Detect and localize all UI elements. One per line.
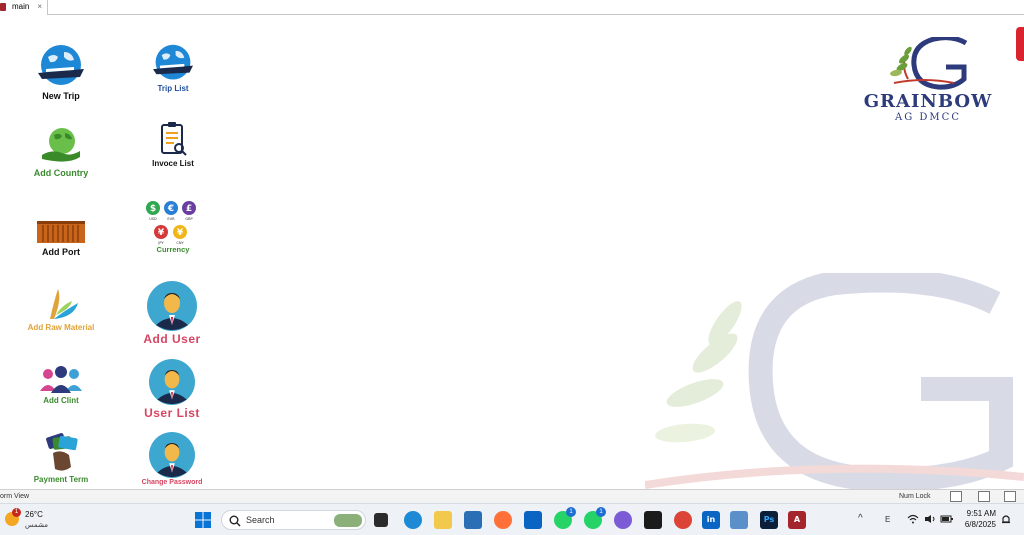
company-logo: GRAINBOW AG DMCC bbox=[846, 35, 1010, 127]
add-port-button[interactable]: Add Port bbox=[11, 217, 111, 257]
globe-ship-icon bbox=[38, 45, 84, 85]
payment-term-button[interactable]: Payment Term bbox=[11, 431, 111, 484]
chrome-icon[interactable] bbox=[674, 511, 692, 529]
app-icon[interactable] bbox=[644, 511, 662, 529]
trip-list-button[interactable]: Trip List bbox=[123, 43, 223, 93]
user-avatar-icon bbox=[149, 432, 195, 478]
add-clint-button[interactable]: Add Clint bbox=[11, 365, 111, 405]
firefox-icon[interactable] bbox=[494, 511, 512, 529]
shipping-container-icon bbox=[37, 221, 85, 243]
usd-code: USD bbox=[149, 217, 157, 221]
add-user-button[interactable]: Add User bbox=[122, 281, 222, 346]
tile-label: Add Country bbox=[33, 168, 89, 178]
main-form: New Trip Trip List Add Country Invoce Li… bbox=[0, 15, 1024, 489]
wheat-leaf-icon bbox=[50, 289, 78, 319]
outlook-icon[interactable] bbox=[524, 511, 542, 529]
photos-icon[interactable] bbox=[730, 511, 748, 529]
tile-label: Add User bbox=[143, 332, 201, 346]
status-bar: orm View Num Lock bbox=[0, 489, 1024, 503]
edge-icon[interactable] bbox=[404, 511, 422, 529]
jpy-symbol: ¥ bbox=[158, 228, 165, 238]
app-window: main × New Trip Trip List Add Country In… bbox=[0, 0, 1024, 535]
tile-label: Invoce List bbox=[152, 159, 194, 168]
wifi-icon[interactable] bbox=[907, 514, 919, 524]
user-list-button[interactable]: User List bbox=[122, 359, 222, 420]
invoce-list-button[interactable]: Invoce List bbox=[123, 121, 223, 168]
clock-date[interactable]: 6/8/2025 bbox=[962, 520, 996, 529]
input-language[interactable]: E bbox=[885, 515, 890, 524]
tab-label: main bbox=[12, 2, 30, 11]
usd-symbol: $ bbox=[150, 204, 156, 214]
battery-icon[interactable] bbox=[940, 514, 954, 524]
linkedin-icon[interactable]: in bbox=[702, 511, 720, 529]
tab-main[interactable]: main × bbox=[0, 0, 48, 15]
search-placeholder: Search bbox=[246, 515, 275, 525]
logo-subtitle: AG DMCC bbox=[895, 112, 961, 123]
currency-coins-icon: $ € £ ¥ ¥ USD EUR GBP JPY CNY bbox=[146, 201, 196, 245]
eur-symbol: € bbox=[167, 204, 174, 214]
user-avatar-icon bbox=[149, 359, 195, 405]
weather-description: مشمس bbox=[25, 522, 48, 529]
logo-name: GRAINBOW bbox=[863, 91, 993, 112]
user-avatar-icon bbox=[147, 281, 197, 331]
gbp-code: GBP bbox=[185, 217, 192, 221]
tile-label: Payment Term bbox=[33, 475, 89, 484]
microsoft-store-icon[interactable] bbox=[464, 511, 482, 529]
notification-badge: 1 bbox=[566, 507, 576, 517]
change-password-button[interactable]: Change Password bbox=[122, 432, 222, 486]
file-explorer-icon[interactable] bbox=[434, 511, 452, 529]
copilot-icon[interactable] bbox=[614, 511, 632, 529]
tab-strip: main × bbox=[0, 0, 1024, 15]
user-group-icon bbox=[40, 366, 82, 393]
tile-label: New Trip bbox=[42, 91, 80, 101]
notification-bell-icon[interactable] bbox=[1001, 514, 1011, 525]
notification-badge: 1 bbox=[596, 507, 606, 517]
volume-icon[interactable] bbox=[924, 514, 936, 524]
weather-temperature: 26°C bbox=[25, 510, 43, 519]
status-view-label: orm View bbox=[0, 493, 30, 500]
new-trip-button[interactable]: New Trip bbox=[11, 43, 111, 101]
taskbar: 1 26°C مشمس Search 1 1 in Ps A ^ E 9:51 … bbox=[0, 503, 1024, 535]
form-view-icon[interactable] bbox=[950, 491, 962, 502]
cny-symbol: ¥ bbox=[177, 228, 184, 238]
globe-ship-icon bbox=[153, 44, 193, 80]
tile-label: Change Password bbox=[141, 479, 203, 486]
chevron-up-icon[interactable]: ^ bbox=[858, 513, 863, 524]
weather-notification-badge: 1 bbox=[12, 508, 21, 517]
datasheet-view-icon[interactable] bbox=[978, 491, 990, 502]
design-view-icon[interactable] bbox=[1004, 491, 1016, 502]
access-icon[interactable]: A bbox=[788, 511, 806, 529]
clock-time[interactable]: 9:51 AM bbox=[962, 509, 996, 518]
grainbow-g-emblem-icon bbox=[890, 35, 968, 90]
watermark-logo-icon bbox=[645, 273, 1024, 489]
whatsapp-icon[interactable]: 1 bbox=[554, 507, 576, 529]
stop-sign-icon[interactable] bbox=[1016, 27, 1024, 61]
tile-label: Trip List bbox=[157, 84, 189, 93]
currency-button[interactable]: $ € £ ¥ ¥ USD EUR GBP JPY CNY Currency bbox=[123, 199, 223, 254]
tile-label: Currency bbox=[156, 245, 190, 254]
task-view-icon[interactable] bbox=[374, 513, 388, 527]
clipboard-search-icon bbox=[161, 122, 187, 156]
tile-label: Add Raw Material bbox=[27, 323, 95, 332]
search-highlight-icon bbox=[334, 514, 362, 527]
add-raw-material-button[interactable]: Add Raw Material bbox=[11, 283, 111, 332]
search-icon bbox=[229, 515, 241, 527]
tile-label: Add Clint bbox=[43, 396, 79, 405]
windows-start-icon[interactable] bbox=[194, 511, 212, 529]
tile-label: User List bbox=[144, 406, 200, 420]
green-globe-hand-icon bbox=[42, 128, 80, 162]
whatsapp-business-icon[interactable]: 1 bbox=[584, 507, 606, 529]
hand-cards-icon bbox=[46, 433, 78, 471]
close-icon[interactable]: × bbox=[37, 0, 42, 14]
taskbar-search[interactable]: Search bbox=[221, 510, 366, 530]
num-lock-indicator: Num Lock bbox=[899, 493, 931, 500]
add-country-button[interactable]: Add Country bbox=[11, 125, 111, 178]
photoshop-icon[interactable]: Ps bbox=[760, 511, 778, 529]
gbp-symbol: £ bbox=[186, 204, 192, 214]
tile-label: Add Port bbox=[42, 247, 80, 257]
eur-code: EUR bbox=[167, 217, 175, 221]
form-icon bbox=[0, 3, 6, 11]
